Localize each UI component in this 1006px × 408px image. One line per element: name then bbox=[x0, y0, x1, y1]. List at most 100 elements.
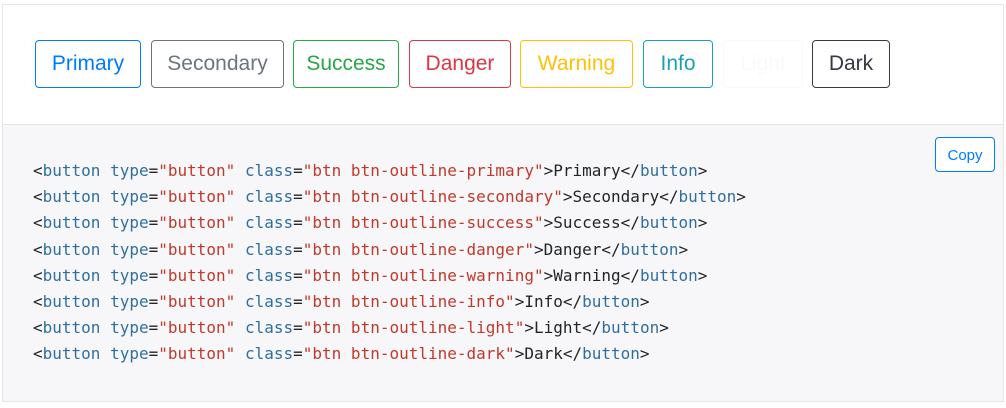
code-punctuation: </ bbox=[562, 344, 583, 364]
code-snippet-panel: Copy <button type="button" class="btn bt… bbox=[3, 125, 1003, 401]
warning-button[interactable]: Warning bbox=[520, 40, 633, 88]
code-punctuation: </ bbox=[620, 161, 640, 180]
code-line: <button type="button" class="btn btn-out… bbox=[33, 158, 746, 184]
code-punctuation bbox=[100, 266, 110, 285]
code-punctuation: = bbox=[293, 213, 303, 233]
code-punctuation: = bbox=[148, 213, 159, 233]
code-punctuation: = bbox=[293, 292, 303, 312]
code-punctuation: = bbox=[293, 318, 303, 338]
example-frame: Primary Secondary Success Danger Warning… bbox=[2, 4, 1004, 402]
code-token: Primary bbox=[553, 161, 621, 180]
code-token: type bbox=[110, 318, 149, 338]
code-punctuation: < bbox=[33, 213, 43, 233]
code-token: class bbox=[244, 344, 294, 364]
code-punctuation: = bbox=[148, 344, 159, 364]
code-punctuation: < bbox=[33, 161, 43, 180]
primary-button[interactable]: Primary bbox=[35, 40, 141, 88]
code-token: class bbox=[244, 161, 294, 180]
code-token: class bbox=[244, 239, 294, 259]
copy-button[interactable]: Copy bbox=[935, 137, 995, 172]
code-punctuation: = bbox=[148, 265, 159, 285]
code-token: button bbox=[639, 213, 698, 233]
code-token: "btn btn-outline-danger" bbox=[302, 239, 534, 259]
code-line: <button type="button" class="btn btn-out… bbox=[33, 210, 746, 236]
code-token: button bbox=[42, 318, 101, 338]
code-punctuation: = bbox=[148, 318, 159, 338]
code-punctuation: < bbox=[33, 265, 43, 285]
code-token: button bbox=[42, 239, 101, 259]
code-token: button bbox=[620, 239, 679, 259]
code-punctuation bbox=[235, 266, 245, 285]
code-punctuation bbox=[235, 344, 245, 363]
code-token: "button" bbox=[158, 318, 236, 338]
code-punctuation: = bbox=[148, 187, 159, 207]
code-punctuation: > bbox=[697, 265, 708, 285]
code-punctuation bbox=[235, 240, 245, 259]
code-punctuation: </ bbox=[562, 292, 583, 312]
code-punctuation: > bbox=[639, 344, 650, 364]
code-token: type bbox=[110, 161, 149, 180]
code-token: "btn btn-outline-info" bbox=[302, 292, 515, 312]
code-punctuation: > bbox=[697, 161, 708, 180]
code-punctuation bbox=[100, 187, 110, 206]
code-token: Secondary bbox=[572, 187, 660, 207]
code-punctuation bbox=[100, 318, 110, 337]
code-punctuation bbox=[100, 240, 110, 259]
code-punctuation: = bbox=[293, 265, 303, 285]
code-punctuation bbox=[100, 161, 110, 180]
info-button[interactable]: Info bbox=[643, 40, 713, 88]
code-token: type bbox=[110, 213, 149, 233]
code-punctuation: </ bbox=[620, 213, 640, 233]
code-line: <button type="button" class="btn btn-out… bbox=[33, 184, 746, 210]
code-punctuation: > bbox=[524, 318, 534, 338]
code-punctuation: </ bbox=[582, 318, 602, 338]
secondary-button[interactable]: Secondary bbox=[151, 40, 284, 88]
code-token: Success bbox=[553, 213, 621, 233]
code-token: button bbox=[42, 161, 101, 180]
code-punctuation: < bbox=[33, 318, 43, 338]
code-token: "btn btn-outline-light" bbox=[302, 318, 525, 338]
code-token: class bbox=[244, 187, 294, 207]
code-punctuation: > bbox=[543, 161, 554, 180]
code-line: <button type="button" class="btn btn-out… bbox=[33, 263, 746, 289]
code-punctuation: > bbox=[659, 318, 669, 338]
code-punctuation: < bbox=[33, 292, 43, 312]
buttons-example-panel: Primary Secondary Success Danger Warning… bbox=[3, 5, 1003, 125]
code-token: button bbox=[42, 187, 101, 207]
code-punctuation: = bbox=[293, 239, 303, 259]
code-token: class bbox=[244, 318, 294, 338]
code-token: Light bbox=[533, 318, 583, 338]
code-token: "btn btn-outline-primary" bbox=[302, 161, 544, 180]
code-punctuation bbox=[235, 318, 245, 337]
code-punctuation: > bbox=[543, 213, 554, 233]
code-punctuation bbox=[100, 344, 110, 363]
code-token: "button" bbox=[158, 292, 236, 312]
code-punctuation bbox=[235, 161, 245, 180]
code-punctuation: > bbox=[678, 239, 689, 259]
code-token: "button" bbox=[158, 265, 236, 285]
success-button[interactable]: Success bbox=[293, 40, 399, 88]
code-punctuation: = bbox=[293, 344, 303, 364]
code-token: button bbox=[42, 265, 101, 285]
code-token: Dark bbox=[524, 344, 563, 364]
code-punctuation: </ bbox=[601, 239, 621, 259]
code-token: "btn btn-outline-dark" bbox=[302, 344, 515, 364]
code-punctuation: = bbox=[148, 161, 159, 180]
dark-button[interactable]: Dark bbox=[812, 40, 890, 88]
danger-button[interactable]: Danger bbox=[409, 40, 511, 88]
code-token: type bbox=[110, 292, 149, 312]
code-token: Danger bbox=[543, 239, 602, 259]
code-punctuation: > bbox=[543, 265, 554, 285]
code-punctuation: = bbox=[293, 187, 303, 207]
code-punctuation: > bbox=[736, 187, 746, 207]
code-token: "btn btn-outline-secondary" bbox=[302, 187, 563, 207]
code-token: type bbox=[110, 265, 149, 285]
code-token: "button" bbox=[158, 161, 236, 180]
code-punctuation: < bbox=[33, 239, 43, 259]
code-token: button bbox=[42, 344, 101, 364]
code-token: type bbox=[110, 187, 149, 207]
code-token: button bbox=[582, 292, 640, 312]
code-token: button bbox=[678, 187, 737, 207]
light-button[interactable]: Light bbox=[723, 40, 803, 88]
code-token: class bbox=[244, 265, 294, 285]
